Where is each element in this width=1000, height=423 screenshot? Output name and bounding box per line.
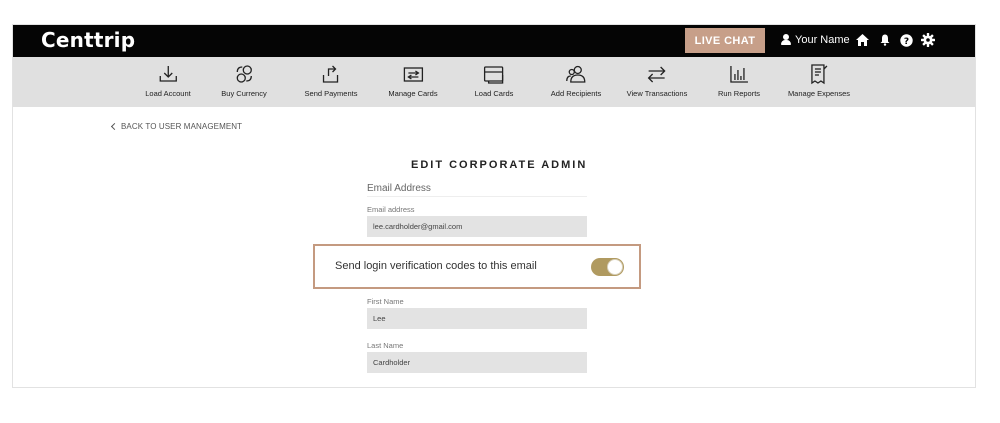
nav-label: View Transactions [626, 89, 688, 98]
main-nav: Load Account Buy Currency Send Payments … [13, 57, 975, 107]
gear-icon[interactable] [921, 33, 935, 47]
back-to-user-management-link[interactable]: BACK TO USER MANAGEMENT [110, 122, 243, 131]
nav-label: Load Cards [474, 89, 514, 98]
nav-manage-expenses[interactable]: Manage Expenses [788, 57, 850, 107]
nav-load-account[interactable]: Load Account [145, 57, 191, 107]
user-icon [781, 34, 791, 46]
divider [367, 196, 587, 197]
top-bar: Centtrip LIVE CHAT Your Name ? [13, 25, 975, 57]
nav-label: Send Payments [304, 89, 358, 98]
download-icon [159, 66, 177, 82]
nav-send-payments[interactable]: Send Payments [304, 57, 358, 107]
nav-label: Buy Currency [221, 89, 267, 98]
app-frame: Centtrip LIVE CHAT Your Name ? Load Acco… [12, 24, 976, 388]
card-icon [484, 66, 504, 84]
verification-codes-setting: Send login verification codes to this em… [313, 244, 641, 289]
live-chat-button[interactable]: LIVE CHAT [685, 28, 765, 53]
nav-label: Manage Expenses [787, 89, 851, 98]
nav-load-cards[interactable]: Load Cards [474, 57, 514, 107]
home-icon[interactable] [855, 33, 869, 47]
verification-label: Send login verification codes to this em… [335, 260, 537, 272]
last-name-field[interactable] [367, 352, 587, 373]
nav-add-recipients[interactable]: Add Recipients [551, 57, 601, 107]
currency-exchange-icon [236, 65, 252, 83]
bar-chart-icon [730, 66, 748, 83]
email-field[interactable] [367, 216, 587, 237]
user-name: Your Name [795, 34, 850, 46]
nav-buy-currency[interactable]: Buy Currency [221, 57, 267, 107]
logo: Centtrip [41, 28, 136, 52]
last-name-label: Last Name [367, 341, 404, 350]
nav-run-reports[interactable]: Run Reports [718, 57, 760, 107]
nav-label: Add Recipients [550, 89, 602, 98]
nav-label: Run Reports [717, 89, 761, 98]
verification-toggle[interactable] [591, 258, 624, 276]
transfer-arrows-icon [648, 66, 666, 83]
recipients-icon [566, 65, 586, 83]
card-exchange-icon [403, 67, 423, 82]
first-name-label: First Name [367, 297, 404, 306]
toggle-knob [607, 259, 623, 275]
upload-arrow-icon [323, 65, 339, 83]
nav-label: Manage Cards [388, 89, 438, 98]
section-label: Email Address [367, 183, 431, 194]
page-title: EDIT CORPORATE ADMIN [411, 159, 588, 171]
chevron-left-icon [110, 122, 119, 131]
help-icon[interactable]: ? [899, 33, 913, 47]
bell-icon[interactable] [878, 33, 892, 47]
back-link-label: BACK TO USER MANAGEMENT [121, 122, 243, 131]
svg-text:?: ? [903, 37, 908, 47]
nav-view-transactions[interactable]: View Transactions [626, 57, 688, 107]
receipt-icon [811, 64, 828, 85]
email-label: Email address [367, 205, 415, 214]
user-menu[interactable]: Your Name [781, 34, 850, 46]
first-name-field[interactable] [367, 308, 587, 329]
nav-manage-cards[interactable]: Manage Cards [388, 57, 438, 107]
nav-label: Load Account [145, 89, 191, 98]
